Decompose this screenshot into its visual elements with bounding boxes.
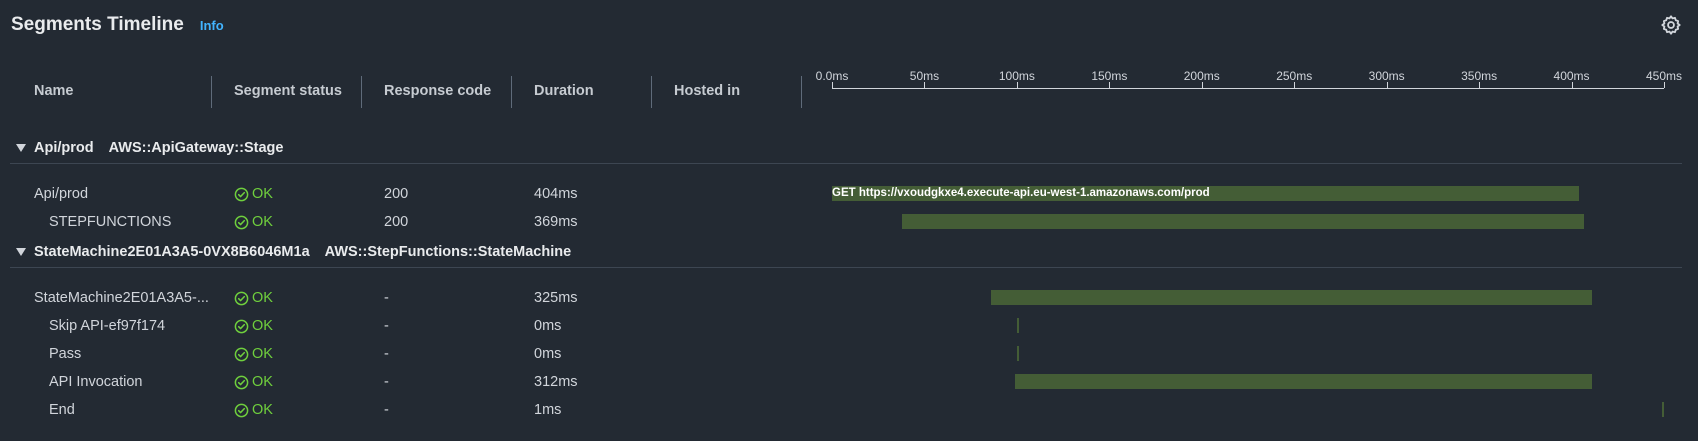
group-name: StateMachine2E01A3A5-0VX8B6046M1a bbox=[34, 244, 310, 260]
segment-status: OK bbox=[234, 346, 273, 362]
timeline-bar[interactable] bbox=[1016, 318, 1019, 333]
column-divider[interactable] bbox=[801, 76, 802, 108]
segment-row[interactable]: Skip API-ef97f174 OK - 0ms bbox=[0, 316, 1698, 338]
column-divider[interactable] bbox=[361, 76, 362, 108]
segment-status: OK bbox=[234, 318, 273, 334]
segment-name[interactable]: StateMachine2E01A3A5-... bbox=[34, 290, 209, 306]
response-code: 200 bbox=[384, 214, 409, 230]
segment-row[interactable]: StateMachine2E01A3A5-... OK - 325ms bbox=[0, 288, 1698, 310]
check-circle-icon bbox=[234, 291, 249, 305]
segment-row[interactable]: API Invocation OK - 312ms bbox=[0, 372, 1698, 394]
response-code: - bbox=[384, 402, 389, 418]
segments-timeline-panel: Segments Timeline Info Name Segment stat… bbox=[0, 0, 1698, 441]
check-circle-icon bbox=[234, 403, 249, 417]
timeline-tick-label: 450ms bbox=[1645, 69, 1683, 83]
duration: 404ms bbox=[534, 186, 578, 202]
segment-name[interactable]: Skip API-ef97f174 bbox=[49, 318, 165, 334]
response-code: - bbox=[384, 318, 389, 334]
timeline-bar[interactable] bbox=[1015, 374, 1592, 389]
group-name: Api/prod bbox=[34, 140, 94, 156]
timeline-axis-line bbox=[832, 88, 1664, 89]
column-header-hosted-in[interactable]: Hosted in bbox=[674, 83, 740, 99]
status-text: OK bbox=[252, 186, 273, 202]
info-link[interactable]: Info bbox=[200, 18, 224, 33]
response-code: - bbox=[384, 346, 389, 362]
segment-name[interactable]: Api/prod bbox=[34, 186, 88, 202]
segment-status: OK bbox=[234, 290, 273, 306]
timeline-tick-label: 150ms bbox=[1091, 69, 1128, 83]
column-divider[interactable] bbox=[511, 76, 512, 108]
timeline-tick-label: 50ms bbox=[909, 69, 940, 83]
timeline-tick-label: 200ms bbox=[1183, 69, 1220, 83]
segment-status: OK bbox=[234, 214, 273, 230]
caret-down-icon[interactable] bbox=[16, 248, 26, 256]
timeline-tick-label: 300ms bbox=[1368, 69, 1405, 83]
check-circle-icon bbox=[234, 215, 249, 229]
status-text: OK bbox=[252, 346, 273, 362]
column-divider[interactable] bbox=[651, 76, 652, 108]
segment-row[interactable]: Api/prod OK 200 404ms GET https://vxoudgkxe4… bbox=[0, 184, 1698, 206]
duration: 312ms bbox=[534, 374, 578, 390]
timeline-tick-label: 0.0ms bbox=[815, 69, 849, 83]
check-circle-icon bbox=[234, 319, 249, 333]
segment-name[interactable]: STEPFUNCTIONS bbox=[49, 214, 171, 230]
duration: 0ms bbox=[534, 346, 562, 362]
timeline-tick-label: 250ms bbox=[1276, 69, 1313, 83]
response-code: - bbox=[384, 374, 389, 390]
column-header-segment-status[interactable]: Segment status bbox=[234, 83, 342, 99]
status-text: OK bbox=[252, 214, 273, 230]
segment-status: OK bbox=[234, 402, 273, 418]
panel-header: Segments Timeline Info bbox=[11, 14, 224, 36]
timeline-tick-label: 350ms bbox=[1461, 69, 1498, 83]
duration: 369ms bbox=[534, 214, 578, 230]
timeline-bar[interactable] bbox=[991, 290, 1592, 305]
timeline-bar-label: GET https://vxoudgkxe4.execute-api.eu-we… bbox=[832, 187, 1210, 199]
segment-row[interactable]: Pass OK - 0ms bbox=[0, 344, 1698, 366]
timeline-bar[interactable] bbox=[902, 214, 1585, 229]
segment-status: OK bbox=[234, 186, 273, 202]
segment-name[interactable]: API Invocation bbox=[49, 374, 143, 390]
column-header-duration[interactable]: Duration bbox=[534, 83, 594, 99]
caret-down-icon[interactable] bbox=[16, 144, 26, 152]
status-text: OK bbox=[252, 374, 273, 390]
response-code: 200 bbox=[384, 186, 409, 202]
group-type: AWS::StepFunctions::StateMachine bbox=[324, 244, 572, 260]
response-code: - bbox=[384, 290, 389, 306]
column-divider[interactable] bbox=[211, 76, 212, 108]
check-circle-icon bbox=[234, 375, 249, 389]
status-text: OK bbox=[252, 318, 273, 334]
segment-name[interactable]: Pass bbox=[49, 346, 81, 362]
timeline-tick-label: 100ms bbox=[998, 69, 1035, 83]
segment-row[interactable]: STEPFUNCTIONS OK 200 369ms bbox=[0, 212, 1698, 234]
duration: 325ms bbox=[534, 290, 578, 306]
gear-icon[interactable] bbox=[1660, 14, 1682, 36]
segment-row[interactable]: End OK - 1ms bbox=[0, 400, 1698, 422]
segment-group-header[interactable]: Api/prod AWS::ApiGateway::Stage bbox=[16, 137, 283, 159]
timeline-bar[interactable] bbox=[1662, 402, 1665, 417]
timeline-bar[interactable] bbox=[1016, 346, 1019, 361]
group-type: AWS::ApiGateway::Stage bbox=[108, 140, 284, 156]
group-divider bbox=[10, 267, 1682, 268]
column-header-name[interactable]: Name bbox=[34, 83, 74, 99]
status-text: OK bbox=[252, 290, 273, 306]
duration: 1ms bbox=[534, 402, 562, 418]
duration: 0ms bbox=[534, 318, 562, 334]
status-text: OK bbox=[252, 402, 273, 418]
segment-status: OK bbox=[234, 374, 273, 390]
column-header-response-code[interactable]: Response code bbox=[384, 83, 491, 99]
group-divider bbox=[10, 163, 1682, 164]
check-circle-icon bbox=[234, 347, 249, 361]
check-circle-icon bbox=[234, 187, 249, 201]
segment-group-header[interactable]: StateMachine2E01A3A5-0VX8B6046M1a AWS::St… bbox=[16, 241, 571, 263]
panel-title: Segments Timeline bbox=[11, 14, 184, 35]
timeline-bar[interactable]: GET https://vxoudgkxe4.execute-api.eu-we… bbox=[832, 186, 1579, 201]
timeline-tick-label: 400ms bbox=[1553, 69, 1590, 83]
segment-name[interactable]: End bbox=[49, 402, 75, 418]
